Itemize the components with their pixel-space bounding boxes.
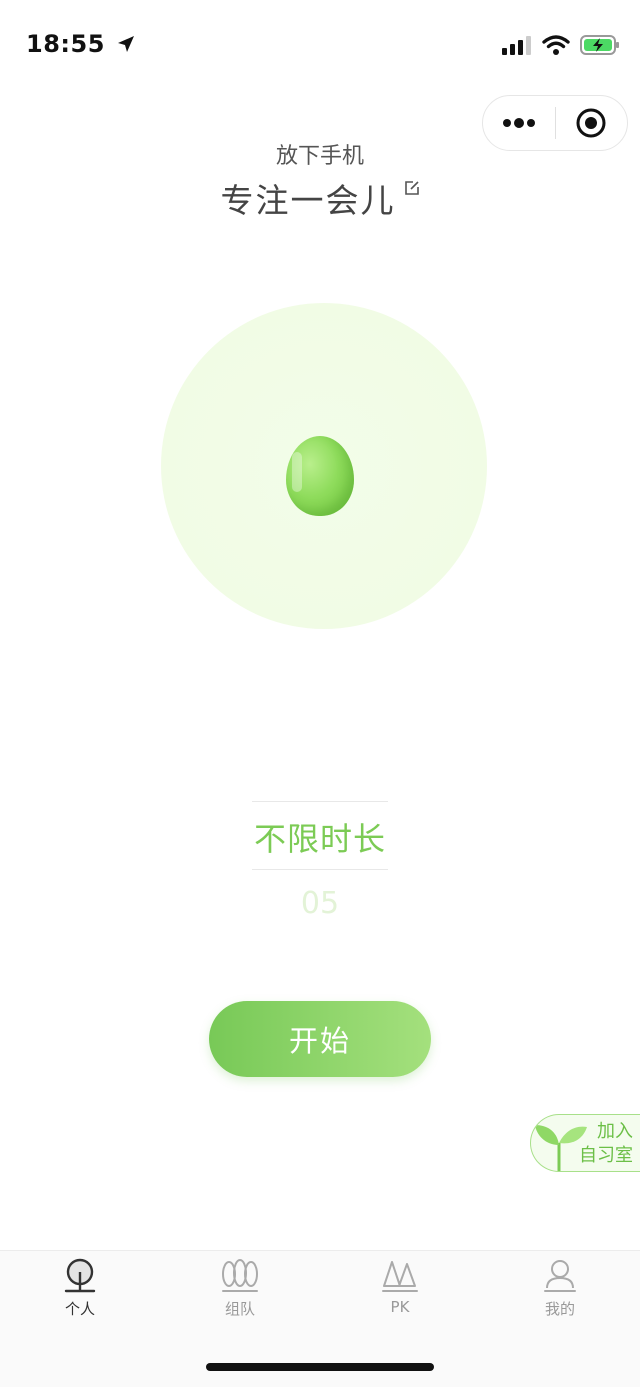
tab-label-team: 组队 (224, 1300, 255, 1318)
target-circle-icon (576, 108, 606, 138)
duration-selected[interactable]: 不限时长 (0, 814, 640, 860)
join-study-room-label: 加入 自习室 (575, 1120, 633, 1168)
home-indicator (206, 1363, 434, 1371)
wifi-icon (542, 35, 570, 55)
join-label-line1: 加入 (597, 1121, 633, 1142)
status-indicators (502, 34, 620, 56)
picker-top-line (252, 801, 388, 802)
trees-group-icon (222, 1259, 258, 1292)
status-time: 18:55 (26, 30, 136, 58)
tab-label-mine: 我的 (544, 1300, 575, 1318)
picker-bottom-line (252, 869, 388, 870)
tree-icon (64, 1258, 96, 1293)
signal-icon (502, 36, 531, 55)
tab-label-pk: PK (390, 1298, 410, 1316)
page-subtitle: 放下手机 (275, 144, 364, 169)
status-time-text: 18:55 (26, 30, 105, 58)
title-row: 专注一会儿 (0, 174, 640, 222)
tab-personal[interactable]: 个人 (30, 1258, 130, 1319)
battery-charging-icon (580, 35, 619, 55)
duration-option-next[interactable]: 05 (0, 886, 640, 921)
seed-highlight (292, 452, 302, 492)
edit-icon[interactable] (404, 180, 420, 196)
page-title[interactable]: 专注一会儿 (221, 174, 396, 222)
tab-mine[interactable]: 我的 (510, 1258, 610, 1319)
pine-trees-icon (382, 1261, 418, 1292)
location-arrow-icon (117, 36, 134, 52)
tab-label-personal: 个人 (64, 1300, 95, 1318)
user-icon (544, 1260, 576, 1292)
tab-team[interactable]: 组队 (190, 1258, 290, 1319)
tab-pk[interactable]: PK (350, 1258, 450, 1316)
start-button[interactable]: 开始 (209, 1001, 431, 1077)
join-label-line2: 自习室 (579, 1145, 633, 1166)
more-dots-icon (502, 118, 535, 128)
